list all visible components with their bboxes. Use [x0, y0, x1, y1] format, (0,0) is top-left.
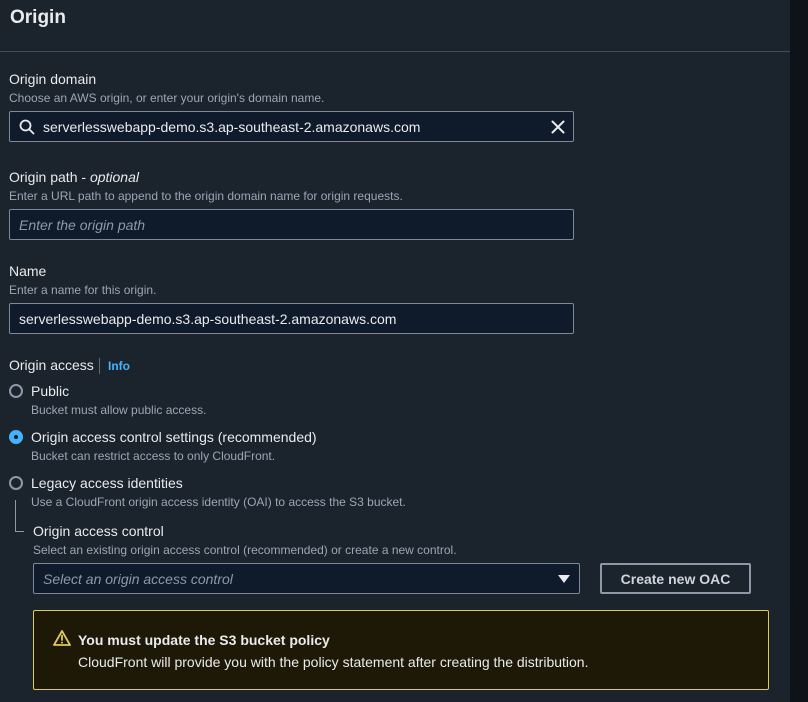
- radio-oac-description: Bucket can restrict access to only Cloud…: [31, 449, 276, 463]
- radio-oac-label[interactable]: Origin access control settings (recommen…: [31, 429, 317, 445]
- origin-domain-field[interactable]: [9, 111, 574, 142]
- origin-access-label: Origin access: [9, 357, 94, 373]
- close-icon[interactable]: [551, 120, 565, 134]
- origin-access-control-label: Origin access control: [33, 523, 164, 539]
- name-label: Name: [9, 263, 47, 279]
- radio-oac[interactable]: [9, 430, 23, 444]
- name-input[interactable]: [10, 304, 573, 333]
- origin-domain-description: Choose an AWS origin, or enter your orig…: [9, 91, 325, 105]
- origin-access-control-select[interactable]: Select an origin access control: [33, 563, 580, 594]
- warning-alert: You must update the S3 bucket policy Clo…: [33, 610, 769, 690]
- radio-legacy[interactable]: [9, 476, 23, 490]
- origin-path-optional: optional: [89, 169, 139, 185]
- caret-down-icon: [558, 574, 570, 583]
- origin-path-description: Enter a URL path to append to the origin…: [9, 189, 403, 203]
- alert-title: You must update the S3 bucket policy: [78, 632, 330, 648]
- section-header: Origin: [0, 0, 790, 52]
- name-field[interactable]: [9, 303, 574, 334]
- select-placeholder: Select an origin access control: [43, 570, 233, 587]
- name-description: Enter a name for this origin.: [9, 283, 157, 297]
- scrollbar[interactable]: [790, 0, 808, 702]
- origin-domain-input[interactable]: [35, 112, 551, 141]
- alert-text: CloudFront will provide you with the pol…: [78, 654, 589, 670]
- tree-connector-horizontal: [15, 531, 24, 532]
- create-new-oac-button[interactable]: Create new OAC: [600, 563, 751, 594]
- radio-public-description: Bucket must allow public access.: [31, 403, 207, 417]
- tree-connector-vertical: [15, 500, 16, 532]
- origin-domain-label: Origin domain: [9, 71, 97, 87]
- radio-legacy-label[interactable]: Legacy access identities: [31, 475, 183, 491]
- origin-access-control-description: Select an existing origin access control…: [33, 543, 457, 557]
- warning-icon: [53, 630, 71, 646]
- origin-panel: Origin Origin domain Choose an AWS origi…: [0, 0, 790, 702]
- info-separator: [99, 358, 100, 374]
- section-title: Origin: [10, 7, 66, 28]
- origin-path-label: Origin path - optional: [9, 169, 139, 185]
- origin-path-input[interactable]: [10, 210, 573, 239]
- radio-public[interactable]: [9, 384, 23, 398]
- search-icon: [19, 119, 35, 134]
- radio-public-label[interactable]: Public: [31, 383, 69, 399]
- origin-path-field[interactable]: [9, 209, 574, 240]
- info-link[interactable]: Info: [108, 359, 130, 373]
- radio-legacy-description: Use a CloudFront origin access identity …: [31, 495, 406, 509]
- origin-path-label-text: Origin path -: [9, 169, 90, 185]
